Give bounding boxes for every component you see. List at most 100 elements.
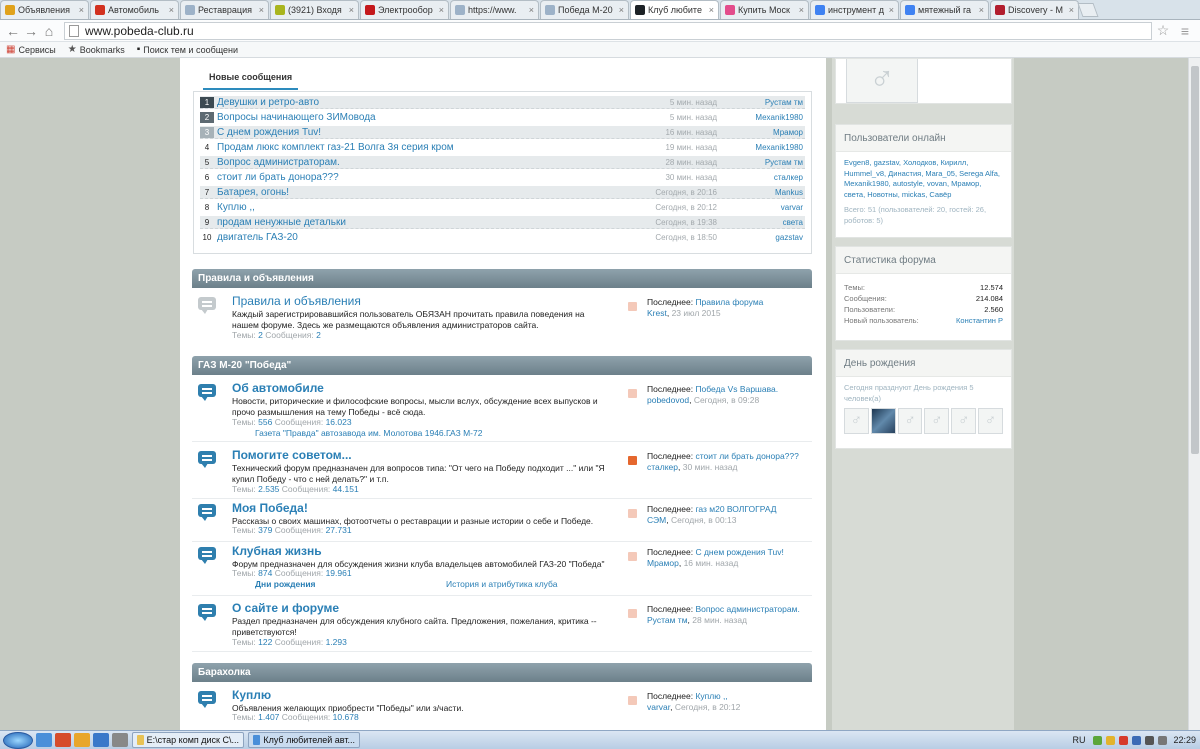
new-post-row[interactable]: 9 продам ненужные детальки Сегодня, в 19:3…	[200, 216, 805, 229]
last-post-author[interactable]: Krest	[647, 308, 667, 318]
bookmark-bookmarks[interactable]: ★ Bookmarks	[68, 44, 125, 55]
subforum-link[interactable]: Дни рождения	[255, 579, 316, 589]
rss-icon[interactable]	[628, 696, 637, 705]
new-post-author[interactable]: Рустам тм	[717, 98, 803, 107]
last-post-title[interactable]: газ м20 ВОЛГОГРАД	[695, 504, 776, 514]
scrollbar-thumb[interactable]	[1191, 66, 1199, 454]
tab-new-posts[interactable]: Новые сообщения	[203, 64, 299, 90]
forum-title[interactable]: Клубная жизнь	[232, 544, 322, 558]
new-post-title[interactable]: С днем рождения Tuv!	[217, 127, 557, 138]
last-post-author[interactable]: varvar	[647, 702, 670, 712]
forum-title[interactable]: Об автомобиле	[232, 381, 324, 395]
tab-close-icon[interactable]: ×	[889, 5, 894, 15]
tab-close-icon[interactable]: ×	[349, 5, 354, 15]
new-post-author[interactable]: Рустам тм	[717, 158, 803, 167]
birthday-avatar[interactable]: ♂	[897, 408, 923, 434]
new-post-title[interactable]: Вопрос администраторам.	[217, 157, 557, 168]
tray-flag-icon[interactable]	[1158, 735, 1168, 745]
new-post-author[interactable]: Mankus	[717, 188, 803, 197]
tab-close-icon[interactable]: ×	[1069, 5, 1074, 15]
rss-icon[interactable]	[628, 609, 637, 618]
birthday-avatar[interactable]: ♂	[844, 408, 869, 434]
new-post-title[interactable]: Вопросы начинающего ЗИМовода	[217, 112, 557, 123]
tray-bluetooth-icon[interactable]	[1132, 735, 1142, 745]
ie-icon[interactable]	[36, 733, 52, 747]
new-post-row[interactable]: 1 Девушки и ретро-авто 5 мин. назад Рустам …	[200, 96, 805, 109]
new-post-row[interactable]: 7 Батарея, огонь! Сегодня, в 20:16 Mankus	[200, 186, 805, 199]
tab-close-icon[interactable]: ×	[799, 5, 804, 15]
subforum-link[interactable]: Газета "Правда" автозавода им. Молотова …	[255, 428, 451, 438]
tab-close-icon[interactable]: ×	[709, 5, 714, 15]
browser-tab[interactable]: Объявления ×	[0, 0, 89, 19]
tab-close-icon[interactable]: ×	[439, 5, 444, 15]
rss-icon[interactable]	[628, 509, 637, 518]
new-post-author[interactable]: света	[717, 218, 803, 227]
last-post-title[interactable]: Победа Vs Варшава.	[695, 384, 778, 394]
forum-title[interactable]: Моя Победа!	[232, 501, 308, 515]
address-bar[interactable]: www.pobeda-club.ru	[64, 21, 1152, 40]
back-icon[interactable]: ←	[4, 22, 22, 40]
browser-tab[interactable]: Победа М-20 ×	[540, 0, 629, 19]
show-desktop-icon[interactable]	[112, 733, 128, 747]
word-icon[interactable]	[93, 733, 109, 747]
url-text[interactable]: www.pobeda-club.ru	[85, 24, 194, 38]
last-post-author[interactable]: Рустам тм	[647, 615, 688, 625]
rss-icon[interactable]	[628, 389, 637, 398]
last-post-title[interactable]: Правила форума	[695, 297, 763, 307]
last-post-author[interactable]: pobedovod	[647, 395, 689, 405]
language-indicator[interactable]: RU	[1072, 735, 1085, 745]
new-post-row[interactable]: 3С днем рождения Tuv! 16 мин. назад Мрамор	[200, 126, 805, 139]
new-post-author[interactable]: gazstav	[717, 233, 803, 242]
new-post-row[interactable]: 8 Куплю ,, Сегодня, в 20:12 varvar	[200, 201, 805, 214]
stat-value[interactable]: Константин Р	[956, 315, 1003, 326]
browser-tab[interactable]: Электрообор ×	[360, 0, 449, 19]
last-post-title[interactable]: Куплю ,,	[695, 691, 727, 701]
bookmark-star-icon[interactable]: ☆	[1152, 22, 1174, 39]
browser-tab[interactable]: Реставрация ×	[180, 0, 269, 19]
last-post-author[interactable]: СЭМ	[647, 515, 666, 525]
last-post-author[interactable]: сталкер	[647, 462, 678, 472]
new-post-row[interactable]: 10 двигатель ГАЗ-20 Сегодня, в 18:50 gazsta…	[200, 231, 805, 244]
tray-antivirus-icon[interactable]	[1119, 735, 1129, 745]
forum-title[interactable]: Помогите советом...	[232, 448, 352, 462]
last-post-title[interactable]: С днем рождения Tuv!	[695, 547, 783, 557]
new-post-row[interactable]: 5 Вопрос администраторам. 28 мин. назад Рус…	[200, 156, 805, 169]
new-post-row[interactable]: 4 Продам люкс комплект газ-21 Волга 3я се…	[200, 141, 805, 154]
last-post-title[interactable]: Вопрос администраторам.	[695, 604, 799, 614]
birthday-avatar[interactable]	[870, 408, 896, 434]
new-post-title[interactable]: Продам люкс комплект газ-21 Волга 3я сер…	[217, 142, 557, 153]
taskbar-window-explorer[interactable]: E:\стар комп диск C\...	[132, 732, 244, 748]
menu-icon[interactable]: ≡	[1174, 23, 1196, 39]
rss-icon[interactable]	[628, 456, 637, 465]
browser-tab[interactable]: Discovery - M ×	[990, 0, 1079, 19]
tab-close-icon[interactable]: ×	[529, 5, 534, 15]
tray-shield-icon[interactable]	[1106, 735, 1116, 745]
opera-icon[interactable]	[55, 733, 71, 747]
firefox-icon[interactable]	[74, 733, 90, 747]
subforum-link[interactable]: ГАЗ М-72	[446, 428, 482, 438]
new-post-title[interactable]: стоит ли брать донора???	[217, 172, 557, 183]
forum-title[interactable]: Куплю	[232, 688, 271, 702]
new-tab-button[interactable]	[1077, 3, 1099, 17]
home-icon[interactable]: ⌂	[40, 22, 58, 40]
category-header-gaz-m20[interactable]: ГАЗ М-20 "Победа"	[192, 356, 812, 375]
browser-tab[interactable]: https://www. ×	[450, 0, 539, 19]
new-post-row[interactable]: 6 стоит ли брать донора??? 30 мин. назад ст…	[200, 171, 805, 184]
category-header-baraholka[interactable]: Барахолка	[192, 663, 812, 682]
birthday-avatar[interactable]: ♂	[978, 408, 1003, 434]
forum-title[interactable]: О сайте и форуме	[232, 601, 339, 615]
browser-tab[interactable]: мятежный га ×	[900, 0, 989, 19]
start-button[interactable]	[3, 731, 33, 749]
tray-network-icon[interactable]	[1093, 735, 1103, 745]
tab-close-icon[interactable]: ×	[979, 5, 984, 15]
new-post-author[interactable]: сталкер	[717, 173, 803, 182]
subforum-link[interactable]: История и атрибутика клуба	[446, 579, 557, 589]
tab-close-icon[interactable]: ×	[619, 5, 624, 15]
new-post-author[interactable]: varvar	[717, 203, 803, 212]
new-post-author[interactable]: Мрамор	[717, 128, 803, 137]
rss-icon[interactable]	[628, 552, 637, 561]
new-post-title[interactable]: Батарея, огонь!	[217, 187, 557, 198]
tab-close-icon[interactable]: ×	[169, 5, 174, 15]
tray-volume-icon[interactable]	[1145, 735, 1155, 745]
new-post-author[interactable]: Mexanik1980	[717, 113, 803, 122]
